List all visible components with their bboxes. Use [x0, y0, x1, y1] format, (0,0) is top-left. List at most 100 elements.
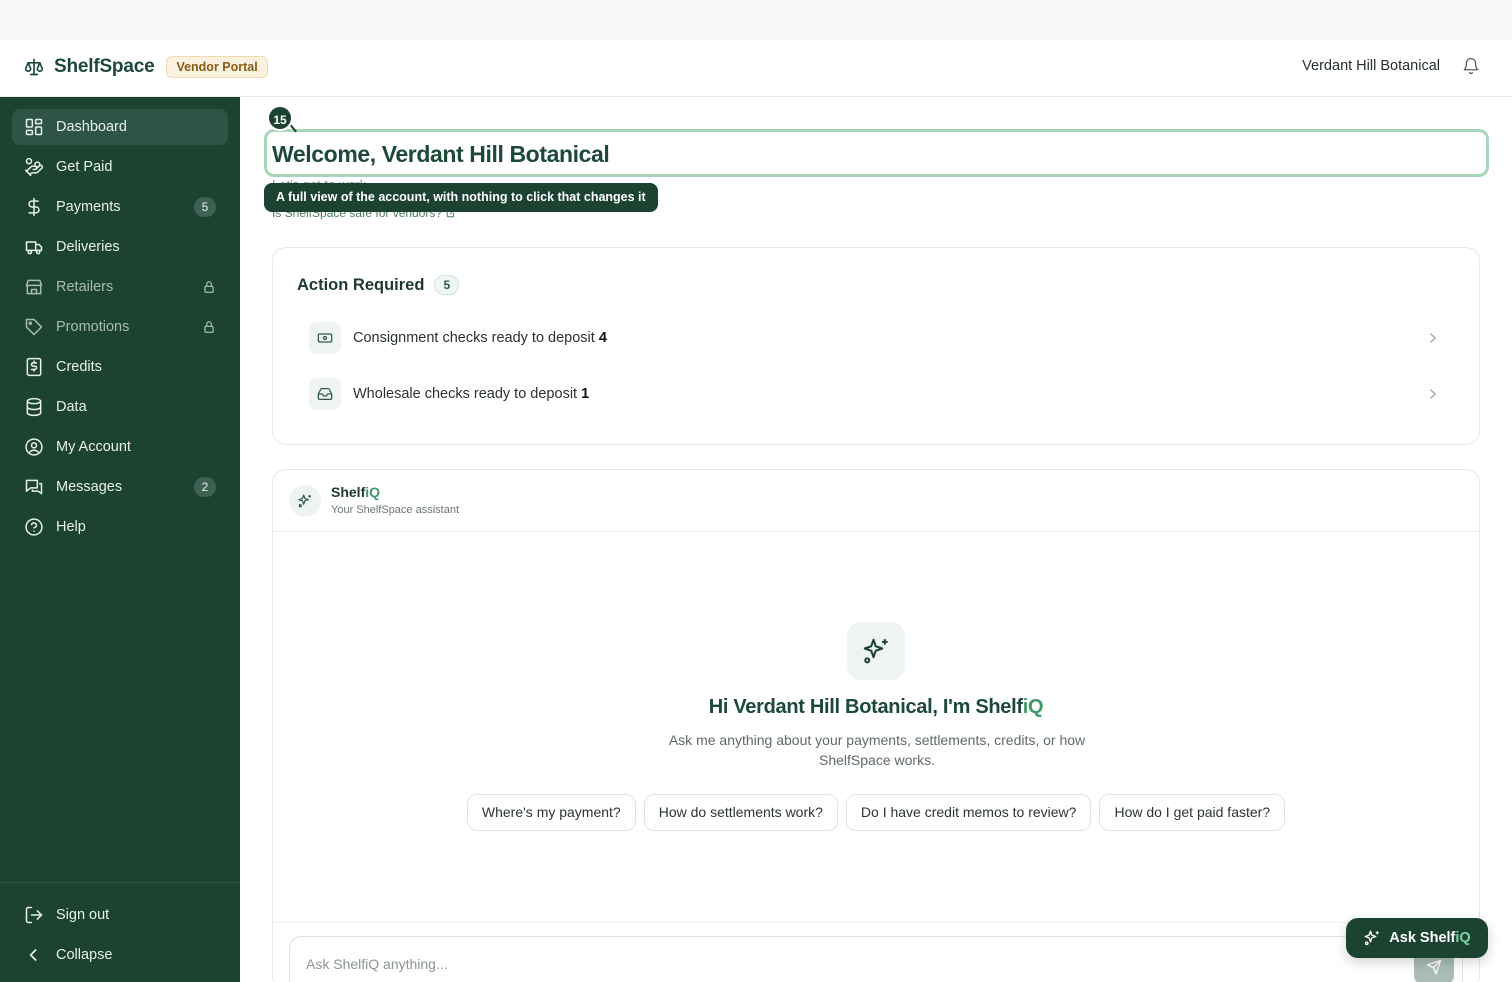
action-row-label: Wholesale checks ready to deposit — [353, 386, 578, 402]
assistant-name-prefix: Shelf — [331, 484, 366, 500]
assistant-name-suffix: iQ — [365, 484, 381, 500]
chat-input[interactable] — [289, 936, 1463, 982]
sidebar-nav: Dashboard Get Paid Payments 5 Deliveries… — [12, 109, 228, 549]
dollar-icon — [28, 197, 40, 217]
suggestion-chip[interactable]: How do settlements work? — [643, 794, 838, 831]
sidebar-item-promotions[interactable]: Promotions — [12, 309, 228, 345]
suggestion-chip[interactable]: Do I have credit memos to review? — [845, 794, 1092, 831]
action-row-label: Consignment checks ready to deposit — [353, 330, 595, 346]
sign-out-icon — [25, 906, 43, 924]
chevron-left-icon — [29, 949, 37, 961]
chat-avatar — [289, 485, 321, 517]
action-row-icon — [309, 378, 341, 410]
tour-tooltip: A full view of the account, with nothing… — [264, 183, 658, 212]
send-icon — [1426, 959, 1442, 975]
sidebar-footer: Sign out Collapse — [0, 882, 240, 982]
database-icon — [26, 397, 42, 417]
brand[interactable]: ShelfSpace Vendor Portal — [24, 56, 268, 78]
chat-composer — [273, 922, 1479, 982]
chevron-right-icon — [1430, 389, 1436, 399]
messages-icon — [25, 479, 43, 495]
action-row-consignment[interactable]: Consignment checks ready to deposit 4 — [309, 318, 1445, 358]
action-required-heading: Action Required 5 — [297, 275, 460, 295]
sidebar-item-label: Dashboard — [56, 119, 127, 135]
sign-out-button[interactable]: Sign out — [12, 897, 228, 933]
sidebar-item-label: My Account — [56, 439, 131, 455]
sidebar-item-data[interactable]: Data — [12, 389, 228, 425]
suggestion-chip[interactable]: How do I get paid faster? — [1099, 794, 1286, 831]
action-required-card: Action Required 5 Consignment checks rea… — [272, 247, 1480, 445]
assistant-name: ShelfiQ — [331, 484, 380, 500]
sparkles-icon — [298, 494, 311, 508]
sidebar-item-get-paid[interactable]: Get Paid — [12, 149, 228, 185]
sidebar-item-label: Help — [56, 519, 86, 535]
sidebar-item-my-account[interactable]: My Account — [12, 429, 228, 465]
sidebar-item-label: Messages — [56, 479, 123, 495]
user-circle-icon — [25, 438, 43, 456]
store-icon — [25, 279, 43, 295]
assistant-greeting: Hi Verdant Hill Botanical, I'm ShelfiQ — [273, 696, 1479, 719]
sidebar-item-retailers[interactable]: Retailers — [12, 269, 228, 305]
shelfiq-chat-card: ShelfiQ Your ShelfSpace assistant Hi Ver… — [272, 469, 1480, 982]
suggestion-chips: Where's my payment? How do settlements w… — [273, 794, 1479, 831]
assistant-greeting-suffix: iQ — [1022, 696, 1044, 718]
chat-header: ShelfiQ Your ShelfSpace assistant — [273, 470, 1479, 532]
main-content: Welcome, Verdant Hill Botanical Let's ge… — [240, 97, 1512, 982]
sidebar-item-messages[interactable]: Messages 2 — [12, 469, 228, 505]
tour-highlight-frame — [264, 129, 1489, 177]
lock-icon — [204, 321, 214, 333]
messages-count-badge: 2 — [194, 477, 216, 497]
dashboard-icon — [25, 118, 43, 136]
browser-top-strip — [0, 0, 1512, 40]
action-row-wholesale[interactable]: Wholesale checks ready to deposit 1 — [309, 374, 1445, 414]
banknote-icon — [317, 333, 333, 343]
sidebar-item-label: Retailers — [56, 279, 114, 295]
sidebar-item-label: Get Paid — [56, 159, 113, 175]
assistant-greeting-prefix: Hi Verdant Hill Botanical, I'm Shelf — [708, 696, 1023, 718]
scale-logo-icon — [24, 58, 44, 76]
bell-icon[interactable] — [1462, 57, 1480, 75]
truck-icon — [25, 241, 43, 255]
sparkles-icon — [1364, 930, 1380, 946]
sidebar-item-dashboard[interactable]: Dashboard — [12, 109, 228, 145]
assistant-tagline: Your ShelfSpace assistant — [331, 504, 460, 516]
sidebar-item-deliveries[interactable]: Deliveries — [12, 229, 228, 265]
payments-count-badge: 5 — [194, 197, 216, 217]
sparkles-icon — [863, 638, 888, 664]
ask-shelfiq-label-suffix: iQ — [1455, 930, 1471, 946]
sidebar-item-payments[interactable]: Payments 5 — [12, 189, 228, 225]
collapse-button[interactable]: Collapse — [12, 937, 228, 973]
assistant-hero-icon — [847, 622, 905, 680]
receipt-icon — [26, 357, 42, 377]
sidebar-item-label: Deliveries — [56, 239, 120, 255]
action-required-title: Action Required — [297, 275, 425, 294]
sidebar-item-label: Promotions — [56, 319, 130, 335]
ask-shelfiq-button[interactable]: Ask ShelfiQ — [1346, 918, 1488, 958]
sidebar-item-help[interactable]: Help — [12, 509, 228, 545]
sign-out-label: Sign out — [56, 907, 110, 923]
ask-shelfiq-label: Ask ShelfiQ — [1389, 930, 1470, 946]
sidebar-item-label: Credits — [56, 359, 102, 375]
brand-name: ShelfSpace — [54, 56, 155, 77]
action-row-count: 1 — [581, 386, 590, 402]
account-name[interactable]: Verdant Hill Botanical — [1302, 58, 1440, 74]
help-icon — [25, 518, 43, 536]
sidebar-item-label: Payments — [56, 199, 121, 215]
action-row-count: 4 — [598, 330, 607, 346]
action-row-icon — [309, 322, 341, 354]
tour-step-badge: 15 — [267, 105, 293, 131]
collapse-label: Collapse — [56, 947, 113, 963]
top-header: ShelfSpace Vendor Portal Verdant Hill Bo… — [0, 40, 1512, 97]
action-required-count: 5 — [434, 275, 460, 295]
sidebar-item-label: Data — [56, 399, 87, 415]
tag-icon — [25, 318, 43, 336]
suggestion-chip[interactable]: Where's my payment? — [466, 794, 636, 831]
inbox-icon — [317, 388, 333, 400]
hand-coins-icon — [24, 157, 44, 177]
lock-icon — [204, 281, 214, 293]
ask-shelfiq-label-prefix: Ask Shelf — [1389, 930, 1456, 946]
assistant-description: Ask me anything about your payments, set… — [668, 732, 1086, 768]
vendor-portal-badge: Vendor Portal — [166, 56, 268, 78]
sidebar: Dashboard Get Paid Payments 5 Deliveries… — [0, 97, 240, 982]
sidebar-item-credits[interactable]: Credits — [12, 349, 228, 385]
